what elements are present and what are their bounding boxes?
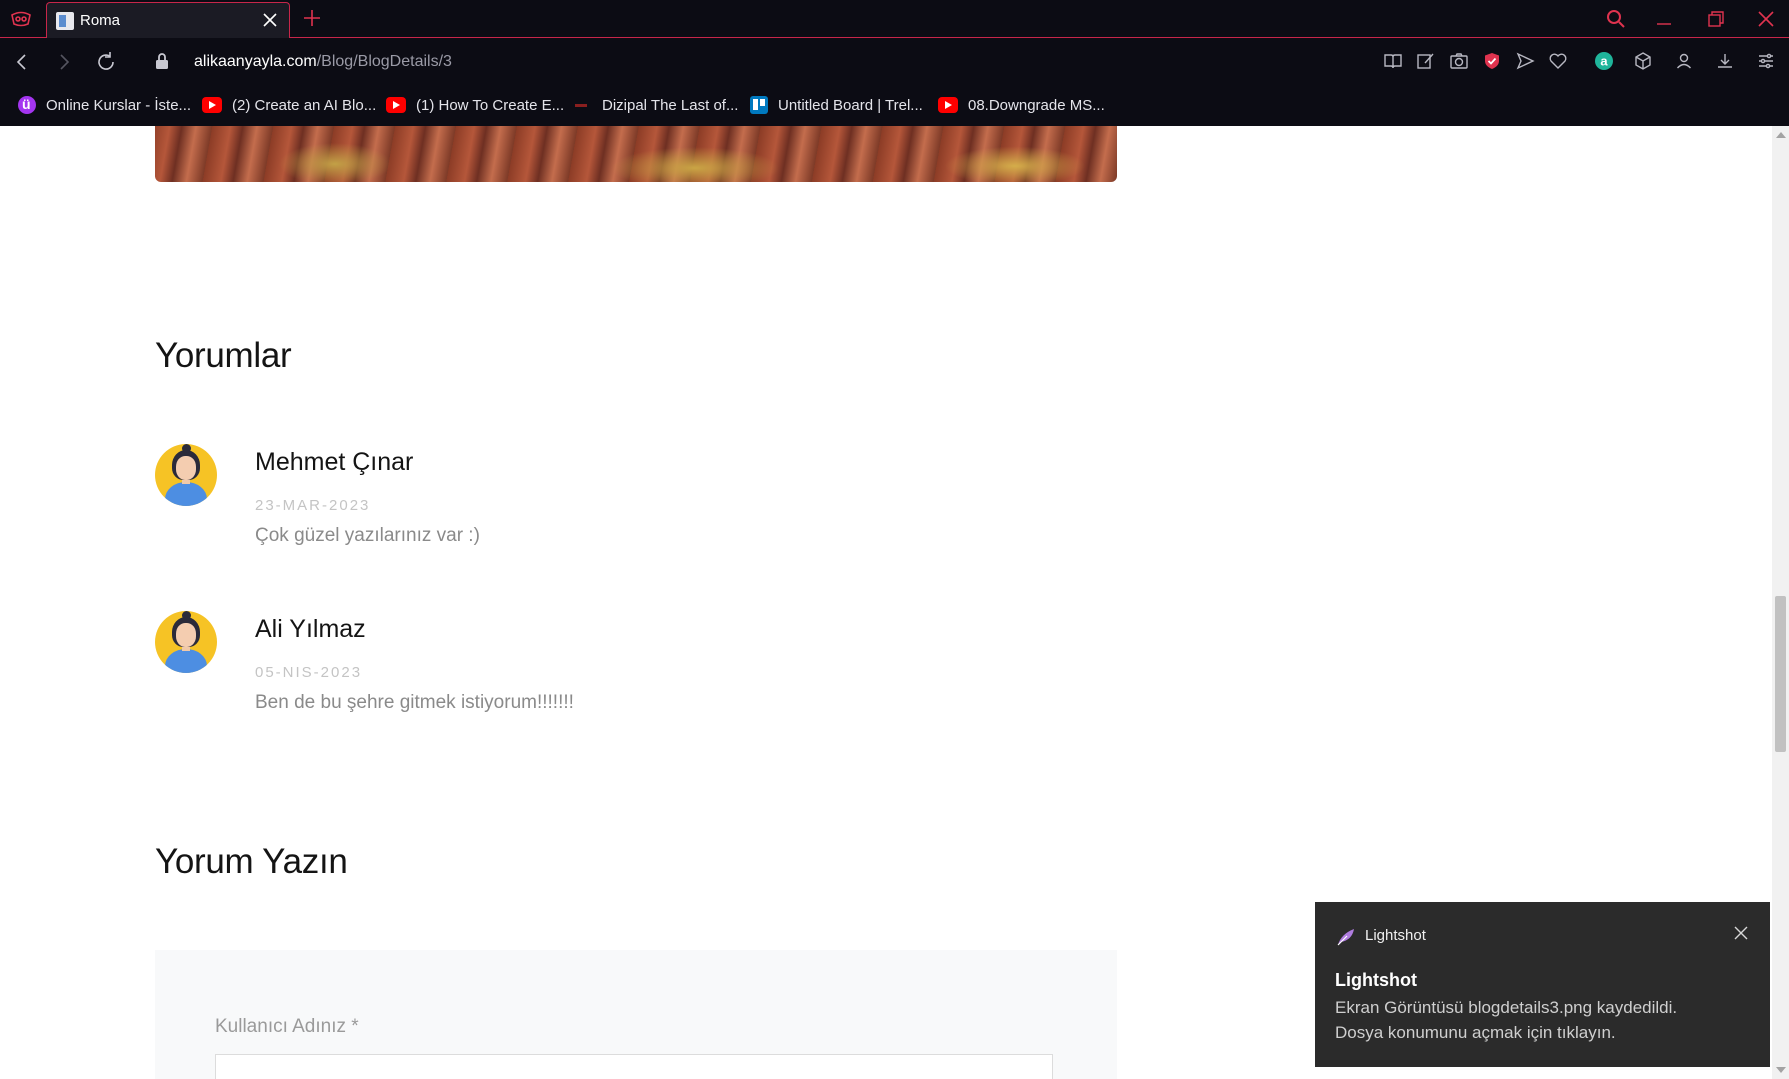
bookmark-label: Dizipal The Last of... (602, 96, 739, 114)
url-host: alikaanyayla.com (194, 53, 317, 70)
minimize-window-icon[interactable] (1652, 8, 1676, 30)
comment-author: Mehmet Çınar (255, 448, 414, 476)
opera-gx-logo-icon[interactable] (10, 9, 32, 29)
page-favicon-icon (56, 12, 74, 30)
avatar (155, 444, 217, 506)
address-bar: alikaanyayla.com/Blog/BlogDetails/3 a (0, 38, 1789, 84)
lock-icon[interactable] (154, 52, 170, 70)
send-icon[interactable] (1515, 51, 1535, 71)
forward-arrow-icon[interactable] (52, 50, 76, 74)
bookmarks-bar: Online Kurslar - İste... (2) Create an A… (0, 84, 1789, 126)
bookmark-label: (2) Create an AI Blo... (232, 96, 377, 114)
adblock-shield-icon[interactable] (1482, 51, 1502, 71)
username-input[interactable] (215, 1054, 1053, 1079)
comment-date: 05-NIS-2023 (255, 664, 363, 681)
dizipal-icon (572, 97, 592, 113)
avatar (155, 611, 217, 673)
bookmark-youtube-how-to[interactable]: (1) How To Create E... (386, 94, 564, 116)
write-comment-heading: Yorum Yazın (155, 842, 348, 881)
notification-line: Ekran Görüntüsü blogdetails3.png kaydedi… (1335, 998, 1678, 1017)
notification-body: Ekran Görüntüsü blogdetails3.png kaydedi… (1335, 995, 1755, 1045)
download-icon[interactable] (1715, 51, 1735, 71)
bookmark-youtube-downgrade[interactable]: 08.Downgrade MS... (938, 94, 1105, 116)
page-scrollbar[interactable] (1772, 126, 1789, 1079)
profile-icon[interactable] (1674, 51, 1694, 71)
close-notification-icon[interactable] (1732, 924, 1750, 942)
reader-mode-icon[interactable] (1383, 51, 1403, 71)
easy-setup-menu-icon[interactable] (1756, 51, 1776, 71)
bookmark-udemy[interactable]: Online Kurslar - İste... (18, 94, 191, 116)
tab-title: Roma (80, 12, 121, 29)
bookmark-label: 08.Downgrade MS... (968, 96, 1105, 114)
comment-form: Kullanıcı Adınız * (155, 950, 1117, 1079)
back-arrow-icon[interactable] (10, 50, 34, 74)
restore-window-icon[interactable] (1704, 8, 1728, 30)
heart-icon[interactable] (1548, 51, 1568, 71)
close-tab-icon[interactable] (259, 9, 281, 31)
camera-snapshot-icon[interactable] (1449, 51, 1469, 71)
comment-text: Ben de bu şehre gitmek istiyorum!!!!!!! (255, 692, 574, 713)
trello-icon (750, 96, 768, 114)
notification-line: Dosya konumunu açmak için tıklayın. (1335, 1023, 1616, 1042)
username-label: Kullanıcı Adınız * (215, 1016, 359, 1037)
lightshot-notification[interactable]: Lightshot Lightshot Ekran Görüntüsü blog… (1315, 902, 1770, 1067)
blog-hero-image (155, 126, 1117, 182)
youtube-icon (386, 97, 406, 113)
youtube-icon (202, 97, 222, 113)
bookmark-label: Untitled Board | Trel... (778, 96, 923, 114)
udemy-icon (18, 96, 36, 114)
comment-date: 23-MAR-2023 (255, 497, 371, 514)
bookmark-dizipal[interactable]: Dizipal The Last of... (572, 94, 738, 116)
bookmark-youtube-ai-blog[interactable]: (2) Create an AI Blo... (202, 94, 376, 116)
youtube-icon (938, 97, 958, 113)
comment-item: Ali Yılmaz 05-NIS-2023 Ben de bu şehre g… (155, 611, 955, 731)
comment-text: Çok güzel yazılarınız var :) (255, 525, 480, 546)
tab-roma[interactable]: Roma (46, 2, 290, 38)
svg-text:a: a (1600, 54, 1608, 69)
title-bar: Roma (0, 0, 1789, 38)
reload-icon[interactable] (94, 50, 118, 74)
bookmark-trello[interactable]: Untitled Board | Trel... (750, 94, 923, 116)
notification-app-name: Lightshot (1365, 927, 1426, 944)
url-path: /Blog/BlogDetails/3 (316, 53, 452, 70)
lightshot-feather-icon (1335, 926, 1357, 948)
scroll-up-arrow-icon[interactable] (1776, 132, 1786, 138)
comment-author: Ali Yılmaz (255, 615, 366, 643)
url-field[interactable]: alikaanyayla.com/Blog/BlogDetails/3 (194, 53, 452, 71)
bookmark-label: (1) How To Create E... (416, 96, 565, 114)
bookmark-label: Online Kurslar - İste... (46, 96, 192, 114)
search-tabs-icon[interactable] (1604, 8, 1628, 30)
edit-page-icon[interactable] (1416, 51, 1436, 71)
extensions-cube-icon[interactable] (1633, 51, 1653, 71)
comments-heading: Yorumlar (155, 336, 292, 375)
scroll-down-arrow-icon[interactable] (1776, 1067, 1786, 1073)
extension-a-icon[interactable]: a (1594, 51, 1614, 71)
close-window-icon[interactable] (1754, 8, 1778, 30)
notification-title: Lightshot (1335, 970, 1417, 990)
new-tab-plus-icon[interactable] (300, 6, 324, 30)
scrollbar-thumb[interactable] (1775, 596, 1786, 752)
comment-item: Mehmet Çınar 23-MAR-2023 Çok güzel yazıl… (155, 444, 955, 564)
